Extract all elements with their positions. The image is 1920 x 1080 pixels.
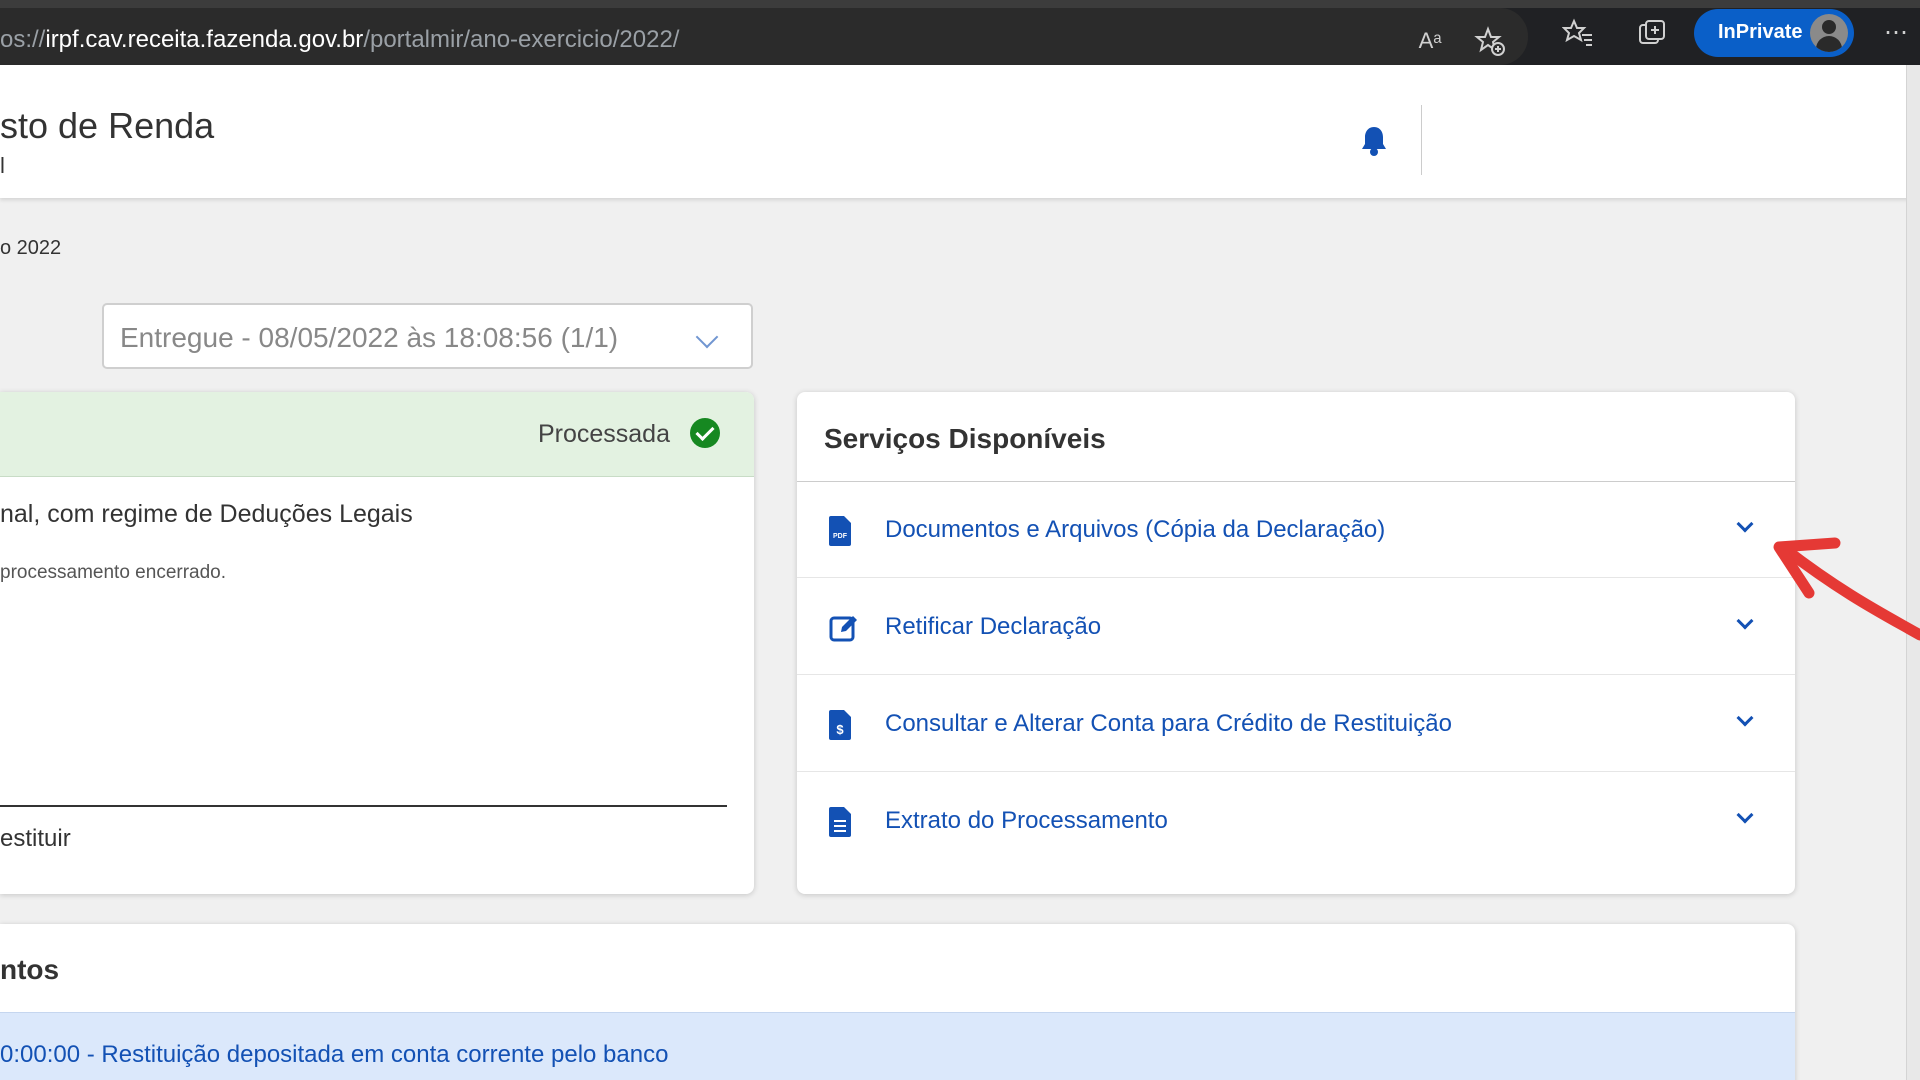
- declaration-summary-card: Processada nal, com regime de Deduções L…: [0, 392, 754, 894]
- declaration-select[interactable]: Entregue - 08/05/2022 às 18:08:56 (1/1): [102, 303, 753, 369]
- browser-toolbar: os://irpf.cav.receita.fazenda.gov.br/por…: [0, 0, 1920, 65]
- page-subtitle: l: [0, 153, 5, 178]
- chevron-down-icon: [1736, 612, 1754, 630]
- events-card: ntos 0:00:00 - Restituição depositada em…: [0, 924, 1795, 1080]
- url-path: /portalmir/ano-exercicio/2022/: [363, 26, 680, 53]
- processing-note: processamento encerrado.: [0, 562, 227, 583]
- chevron-down-icon: [1736, 709, 1754, 727]
- pdf-icon-text: PDF: [833, 533, 848, 540]
- browser-top-strip: [0, 0, 1920, 8]
- chevron-down-icon: [695, 325, 719, 349]
- service-documents-and-files[interactable]: PDF Documentos e Arquivos (Cópia da Decl…: [797, 482, 1795, 578]
- address-bar[interactable]: os://irpf.cav.receita.fazenda.gov.br/por…: [0, 8, 1528, 65]
- refund-label: estituir: [0, 825, 71, 852]
- status-badge: Processada: [537, 420, 670, 448]
- url-host: irpf.cav.receita.fazenda.gov.br: [45, 26, 364, 53]
- declaration-type-text: nal, com regime de Deduções Legais: [0, 500, 413, 528]
- service-label: Retificar Declaração: [885, 613, 1102, 640]
- event-row[interactable]: 0:00:00 - Restituição depositada em cont…: [0, 1012, 1795, 1080]
- service-processing-statement[interactable]: Extrato do Processamento: [797, 773, 1795, 869]
- status-bar: Processada: [0, 392, 754, 477]
- service-label: Consultar e Alterar Conta para Crédito d…: [885, 710, 1452, 737]
- money-icon-text: $: [836, 722, 844, 737]
- bell-icon[interactable]: [1360, 125, 1388, 157]
- favorites-icon[interactable]: [1561, 17, 1594, 49]
- more-options-icon[interactable]: ⋯: [1880, 17, 1912, 49]
- pdf-file-icon: PDF: [829, 516, 853, 546]
- service-refund-account[interactable]: $ Consultar e Alterar Conta para Crédito…: [797, 676, 1795, 772]
- chevron-down-icon: [1736, 515, 1754, 533]
- page-header: sto de Renda l: [0, 65, 1920, 198]
- service-label: Documentos e Arquivos (Cópia da Declaraç…: [885, 516, 1386, 543]
- header-divider: [1421, 105, 1422, 175]
- chevron-down-icon: [1736, 806, 1754, 824]
- declaration-select-value: Entregue - 08/05/2022 às 18:08:56 (1/1): [120, 322, 619, 353]
- events-title: ntos: [0, 954, 60, 985]
- read-aloud-icon[interactable]: Aᵃ: [1414, 25, 1446, 57]
- check-circle-icon: [690, 418, 720, 448]
- event-text: 0:00:00 - Restituição depositada em cont…: [0, 1041, 669, 1068]
- inprivate-button[interactable]: InPrivate: [1694, 9, 1854, 57]
- services-card: Serviços Disponíveis PDF Documentos e Ar…: [797, 392, 1795, 894]
- summary-divider: [0, 805, 727, 807]
- red-arrow-annotation: [1765, 535, 1920, 645]
- url-prefix: os://: [0, 26, 46, 53]
- document-icon: [829, 807, 853, 837]
- edit-icon: [829, 613, 859, 643]
- service-rectify-declaration[interactable]: Retificar Declaração: [797, 579, 1795, 675]
- service-label: Extrato do Processamento: [885, 807, 1168, 834]
- money-file-icon: $: [829, 710, 853, 740]
- url-text[interactable]: os://irpf.cav.receita.fazenda.gov.br/por…: [0, 26, 679, 54]
- collections-icon[interactable]: [1636, 17, 1668, 49]
- page-title: sto de Renda: [0, 105, 215, 146]
- services-title: Serviços Disponíveis: [824, 423, 1106, 454]
- avatar: [1810, 14, 1848, 52]
- add-favorite-icon[interactable]: [1474, 25, 1506, 57]
- exercise-year-text: o 2022: [0, 237, 62, 259]
- inprivate-label: InPrivate: [1718, 21, 1803, 43]
